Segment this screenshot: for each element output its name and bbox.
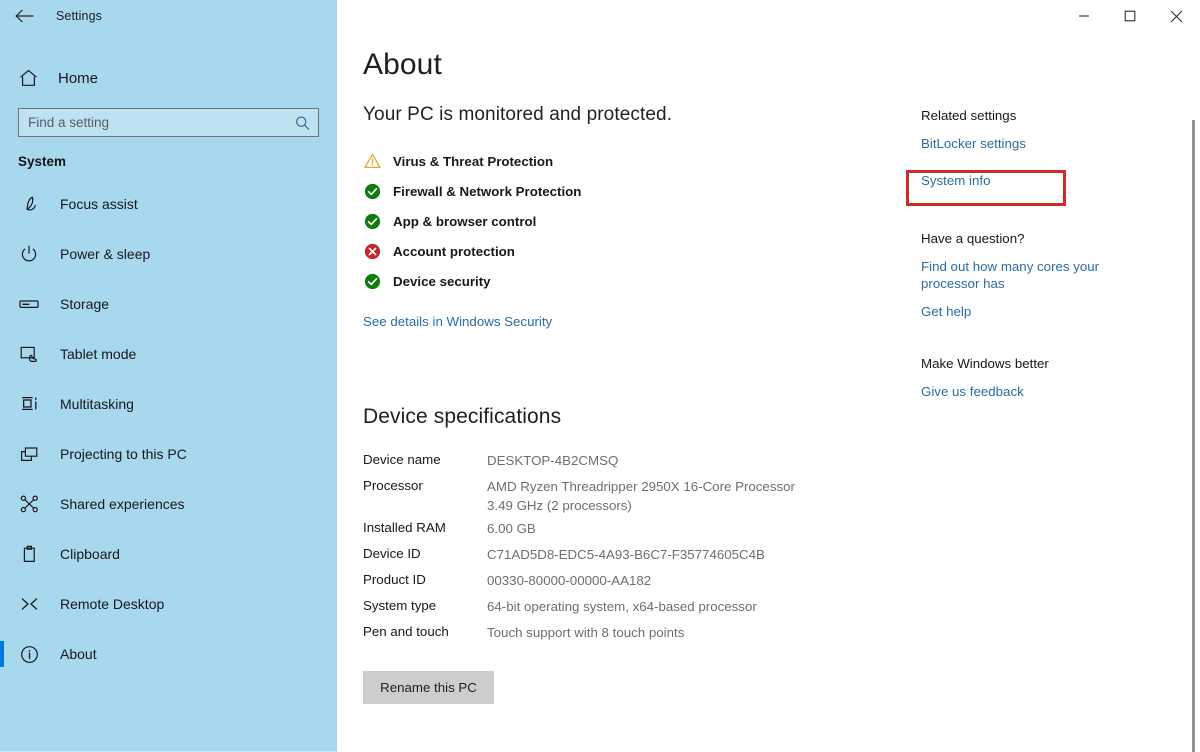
find-cores-link[interactable]: Find out how many cores your processor h… <box>921 258 1121 292</box>
multitasking-icon <box>18 393 40 415</box>
check-circle-icon <box>363 182 381 200</box>
sidebar-item-label: Shared experiences <box>60 496 185 512</box>
spec-value: 6.00 GB <box>487 519 536 538</box>
spec-key: Device ID <box>363 545 487 561</box>
moon-icon <box>18 193 40 215</box>
related-settings-panel: Related settings BitLocker settings Syst… <box>921 108 1141 400</box>
device-specifications-title: Device specifications <box>363 405 1200 429</box>
spec-value: AMD Ryzen Threadripper 2950X 16-Core Pro… <box>487 477 802 515</box>
sidebar-item-label: Remote Desktop <box>60 596 164 612</box>
sidebar-item-label: About <box>60 646 97 662</box>
spec-row: System type 64-bit operating system, x64… <box>363 597 1200 623</box>
spec-value: C71AD5D8-EDC5-4A93-B6C7-F35774605C4B <box>487 545 765 564</box>
security-label: Firewall & Network Protection <box>393 184 581 199</box>
back-arrow-icon[interactable] <box>14 6 34 26</box>
sidebar-item-multitasking[interactable]: Multitasking <box>0 379 337 429</box>
home-icon <box>18 68 38 88</box>
spec-value: DESKTOP-4B2CMSQ <box>487 451 618 470</box>
sidebar-item-projecting[interactable]: Projecting to this PC <box>0 429 337 479</box>
search-container <box>0 98 337 137</box>
sidebar-item-power-sleep[interactable]: Power & sleep <box>0 229 337 279</box>
sidebar-item-home[interactable]: Home <box>0 58 337 98</box>
sidebar-item-shared-experiences[interactable]: Shared experiences <box>0 479 337 529</box>
sidebar-item-label: Storage <box>60 296 109 312</box>
search-box[interactable] <box>18 108 319 137</box>
sidebar-item-storage[interactable]: Storage <box>0 279 337 329</box>
sidebar-item-label: Multitasking <box>60 396 134 412</box>
scrollbar-thumb[interactable] <box>1192 120 1195 752</box>
sidebar: Settings Home Syste <box>0 0 337 752</box>
bitlocker-settings-link[interactable]: BitLocker settings <box>921 135 1141 152</box>
app-title: Settings <box>56 9 102 23</box>
clipboard-icon <box>18 543 40 565</box>
make-windows-better-heading: Make Windows better <box>921 356 1141 371</box>
check-circle-icon <box>363 272 381 290</box>
sidebar-item-tablet-mode[interactable]: Tablet mode <box>0 329 337 379</box>
spec-row: Processor AMD Ryzen Threadripper 2950X 1… <box>363 477 1200 519</box>
share-icon <box>18 493 40 515</box>
sidebar-item-clipboard[interactable]: Clipboard <box>0 529 337 579</box>
sidebar-item-label: Power & sleep <box>60 246 150 262</box>
sidebar-nav: Focus assist Power & sleep <box>0 179 337 679</box>
window-titlebar-left: Settings <box>0 0 337 32</box>
give-us-feedback-link[interactable]: Give us feedback <box>921 383 1141 400</box>
sidebar-item-label: Tablet mode <box>60 346 136 362</box>
drive-icon <box>18 293 40 315</box>
sidebar-item-label: Clipboard <box>60 546 120 562</box>
see-details-windows-security-link[interactable]: See details in Windows Security <box>363 314 552 329</box>
tablet-icon <box>18 343 40 365</box>
sidebar-item-label: Focus assist <box>60 196 138 212</box>
main-content-area: About Your PC is monitored and protected… <box>337 0 1200 752</box>
about-page: About Your PC is monitored and protected… <box>337 0 1200 752</box>
settings-window: Settings Home Syste <box>0 0 1200 752</box>
spec-row: Installed RAM 6.00 GB <box>363 519 1200 545</box>
get-help-link[interactable]: Get help <box>921 303 1141 320</box>
sidebar-home-label: Home <box>58 70 98 87</box>
spec-key: Processor <box>363 477 487 493</box>
sidebar-item-label: Projecting to this PC <box>60 446 187 462</box>
panel-spacer <box>921 189 1141 231</box>
related-settings-heading: Related settings <box>921 108 1141 123</box>
device-specifications-table: Device name DESKTOP-4B2CMSQ Processor AM… <box>363 451 1200 649</box>
error-circle-icon <box>363 242 381 260</box>
sidebar-item-about[interactable]: About <box>0 629 337 679</box>
spec-row: Device ID C71AD5D8-EDC5-4A93-B6C7-F35774… <box>363 545 1200 571</box>
check-circle-icon <box>363 212 381 230</box>
spec-key: System type <box>363 597 487 613</box>
projecting-icon <box>18 443 40 465</box>
security-label: Device security <box>393 274 491 289</box>
spec-key: Pen and touch <box>363 623 487 639</box>
sidebar-item-focus-assist[interactable]: Focus assist <box>0 179 337 229</box>
system-info-link[interactable]: System info <box>921 172 1141 189</box>
spec-key: Product ID <box>363 571 487 587</box>
security-label: App & browser control <box>393 214 536 229</box>
vertical-scrollbar[interactable] <box>1192 32 1195 752</box>
sidebar-item-remote-desktop[interactable]: Remote Desktop <box>0 579 337 629</box>
remote-desktop-icon <box>18 593 40 615</box>
spec-row: Pen and touch Touch support with 8 touch… <box>363 623 1200 649</box>
spec-key: Installed RAM <box>363 519 487 535</box>
spec-value: 64-bit operating system, x64-based proce… <box>487 597 757 616</box>
spec-row: Device name DESKTOP-4B2CMSQ <box>363 451 1200 477</box>
spec-row: Product ID 00330-80000-00000-AA182 <box>363 571 1200 597</box>
search-input[interactable] <box>19 109 318 136</box>
warning-triangle-icon <box>363 152 381 170</box>
page-title: About <box>363 48 1200 82</box>
security-label: Account protection <box>393 244 515 259</box>
security-label: Virus & Threat Protection <box>393 154 553 169</box>
spec-key: Device name <box>363 451 487 467</box>
panel-spacer <box>921 320 1141 356</box>
power-icon <box>18 243 40 265</box>
search-icon[interactable] <box>295 115 310 130</box>
sidebar-section-label: System <box>0 137 337 169</box>
spec-value: Touch support with 8 touch points <box>487 623 684 642</box>
spec-value: 00330-80000-00000-AA182 <box>487 571 651 590</box>
info-icon <box>18 643 40 665</box>
rename-this-pc-button[interactable]: Rename this PC <box>363 671 494 704</box>
have-a-question-heading: Have a question? <box>921 231 1141 246</box>
